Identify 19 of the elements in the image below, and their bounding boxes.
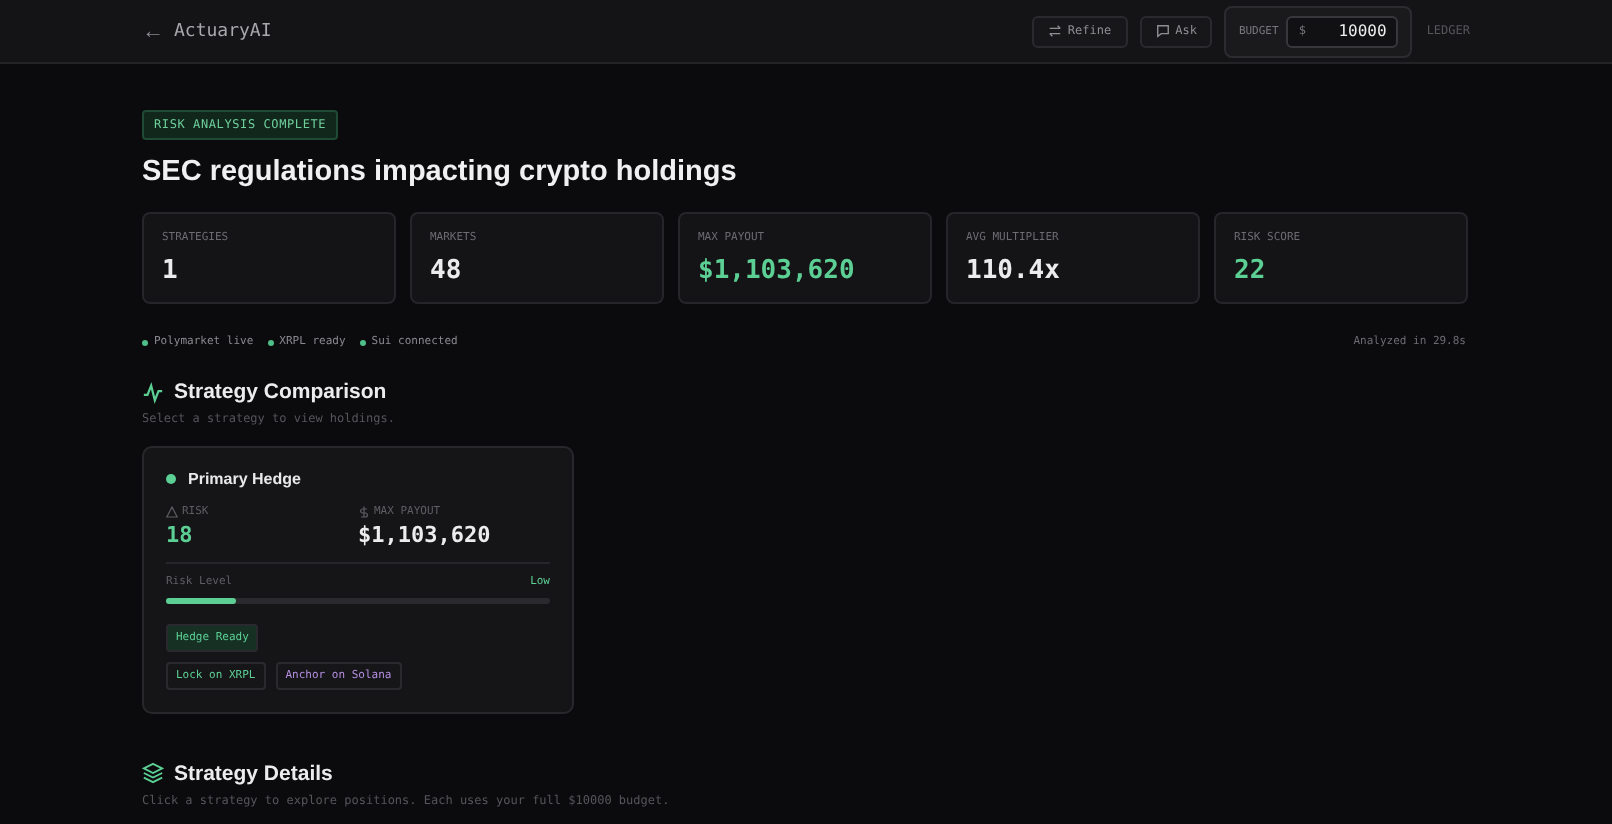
section-title: Strategy Comparison	[174, 380, 387, 404]
layers-icon	[142, 762, 164, 784]
section-title: Strategy Details	[174, 761, 333, 785]
stat-value: $1,103,620	[698, 256, 855, 286]
activity-icon	[142, 381, 164, 403]
swap-icon	[1047, 24, 1062, 38]
stat-value: 1	[162, 256, 178, 286]
strategy-name: Primary Hedge	[188, 470, 301, 488]
page-title: SEC regulations impacting crypto holdings	[142, 156, 739, 188]
stat-value: 48	[430, 256, 462, 286]
stat-value: 22	[1234, 256, 1266, 286]
chat-icon	[1155, 24, 1170, 38]
app-name: ActuaryAI	[174, 21, 272, 41]
dollar-icon	[358, 506, 370, 518]
stat-value: 110.4x	[966, 256, 1060, 286]
payout-value: $1,103,620	[358, 522, 493, 548]
back-button[interactable]: ←	[142, 19, 164, 43]
warning-icon	[166, 506, 178, 518]
risk-value: 18	[166, 522, 195, 548]
